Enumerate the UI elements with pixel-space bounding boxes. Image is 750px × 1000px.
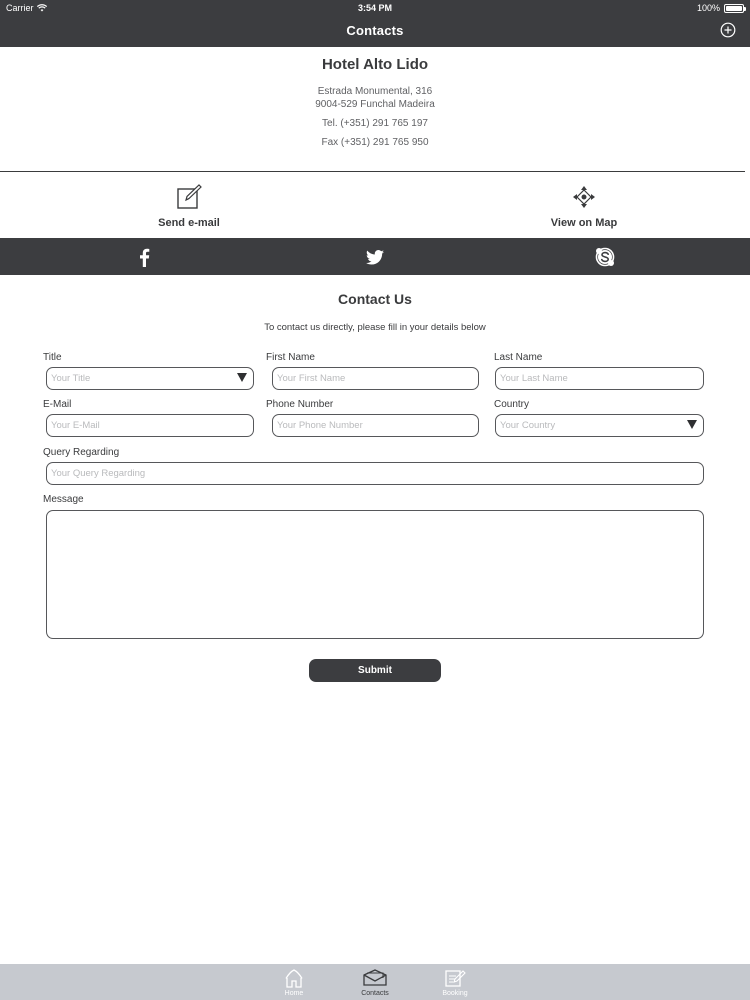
phone-placeholder: Your Phone Number [277,420,363,431]
battery-percent: 100% [696,3,720,13]
status-time: 3:54 PM [357,3,392,13]
country-label: Country [494,399,530,410]
skype-button[interactable] [595,247,615,267]
map-pin-icon [573,186,595,208]
country-select[interactable]: Your Country [495,414,704,437]
last-name-placeholder: Your Last Name [500,373,568,384]
status-bar: Carrier 3:54 PM 100% [0,0,750,16]
send-email-button[interactable]: Send e-mail [109,182,269,229]
tab-home[interactable]: Home [264,967,324,997]
query-label: Query Regarding [43,447,120,458]
hotel-name: Hotel Alto Lido [321,56,429,73]
tab-contacts[interactable]: Contacts [345,967,405,997]
envelope-icon [363,969,387,986]
last-name-label: Last Name [494,352,543,363]
submit-button[interactable]: Submit [309,659,441,682]
email-field[interactable]: Your E-Mail [46,414,254,437]
social-bar [0,238,750,275]
facebook-button[interactable] [134,247,154,267]
home-icon [285,968,303,988]
booking-icon [445,969,466,987]
tab-label: Home [284,990,304,997]
chevron-down-icon [237,373,247,382]
edit-icon [177,184,202,209]
page-title: Contacts [346,23,404,38]
chevron-down-icon [687,420,697,429]
contact-title: Contact Us [338,291,412,307]
send-email-label: Send e-mail [158,217,220,229]
email-placeholder: Your E-Mail [51,420,100,431]
battery-icon [724,3,746,13]
query-field[interactable]: Your Query Regarding [46,462,704,485]
title-placeholder: Your Title [51,373,91,384]
first-name-placeholder: Your First Name [277,373,346,384]
battery-level [726,5,742,11]
skype-icon [595,247,615,267]
hotel-info: Hotel Alto Lido Estrada Monumental, 316 … [0,56,750,149]
title-select[interactable]: Your Title [46,367,254,390]
phone-field[interactable]: Your Phone Number [272,414,479,437]
first-name-label: First Name [266,352,315,363]
tab-booking[interactable]: Booking [425,967,485,997]
tab-label: Contacts [361,990,389,997]
last-name-field[interactable]: Your Last Name [495,367,704,390]
twitter-icon [366,249,384,265]
phone-label: Phone Number [266,399,334,410]
hotel-address-line1: Estrada Monumental, 316 [317,86,433,97]
contact-subtitle: To contact us directly, please fill in y… [264,322,486,333]
hotel-address-line2: 9004-529 Funchal Madeira [315,99,435,110]
message-textarea[interactable] [46,510,704,639]
country-placeholder: Your Country [500,420,556,431]
query-placeholder: Your Query Regarding [51,468,146,479]
hotel-phone: Tel. (+351) 291 765 197 [322,118,428,129]
twitter-button[interactable] [365,247,385,267]
plus-circle-icon[interactable] [720,22,736,38]
first-name-field[interactable]: Your First Name [272,367,479,390]
email-label: E-Mail [43,399,72,410]
view-on-map-button[interactable]: View on Map [504,182,664,229]
message-label: Message [43,494,84,505]
title-label: Title [43,352,62,363]
tab-bar: Home Contacts Booking [0,964,750,1000]
tab-label: Booking [442,990,468,997]
navigation-header: Carrier 3:54 PM 100% Contacts [0,0,750,47]
battery-indicator: 100% [696,3,746,13]
hotel-fax: Fax (+351) 291 765 950 [321,137,429,148]
section-divider [0,171,745,172]
facebook-icon [140,248,150,267]
view-on-map-label: View on Map [550,217,618,229]
